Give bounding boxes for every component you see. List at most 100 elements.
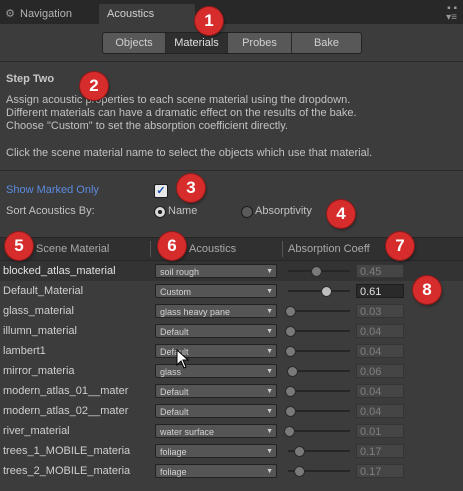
acoustics-dropdown[interactable]: Default ▼ [155, 404, 277, 418]
material-name[interactable]: lambert1 [3, 341, 149, 361]
window-menu-icon[interactable]: ▪ ▪ ▾≡ [446, 4, 457, 23]
acoustics-dropdown[interactable]: Default ▼ [155, 384, 277, 398]
absorption-coeff-field: 0.01 [356, 424, 404, 438]
toolbar-objects-button[interactable]: Objects [103, 33, 166, 53]
acoustics-dropdown[interactable]: foliage ▼ [155, 444, 277, 458]
material-name[interactable]: modern_atlas_02__mater [3, 401, 149, 421]
step-line-2: Different materials can have a dramatic … [6, 107, 357, 119]
absorption-slider-track [288, 350, 350, 352]
show-marked-only-label[interactable]: Show Marked Only [6, 184, 99, 196]
absorption-slider-handle [311, 266, 322, 277]
tab-acoustics[interactable]: Acoustics [99, 4, 195, 24]
absorption-coeff-field: 0.06 [356, 364, 404, 378]
acoustics-dropdown-value: foliage [160, 467, 187, 477]
material-name[interactable]: river_material [3, 421, 149, 441]
step-title: Step Two [6, 73, 55, 85]
material-name[interactable]: glass_material [3, 301, 149, 321]
absorption-coeff-field: 0.45 [356, 264, 404, 278]
toolbar-materials-button[interactable]: Materials [166, 33, 228, 53]
material-name[interactable]: modern_atlas_01__mater [3, 381, 149, 401]
col-absorption-coeff[interactable]: Absorption Coeff [288, 238, 370, 260]
acoustics-dropdown[interactable]: foliage ▼ [155, 464, 277, 478]
step-hint: Click the scene material name to select … [6, 147, 373, 159]
acoustics-dropdown-value: soil rough [160, 267, 200, 277]
absorption-coeff-field: 0.04 [356, 404, 404, 418]
tab-acoustics-label: Acoustics [107, 8, 155, 20]
table-row: mirror_materia glass ▼ 0.06 [0, 361, 463, 381]
divider [0, 170, 463, 171]
col-scene-material[interactable]: Scene Material [36, 238, 109, 260]
absorption-slider-handle [285, 326, 296, 337]
acoustics-dropdown-value: Default [160, 407, 189, 417]
acoustics-dropdown-value: Default [160, 387, 189, 397]
chevron-down-icon: ▼ [266, 268, 273, 275]
absorption-slider-handle [287, 366, 298, 377]
table-row: blocked_atlas_material soil rough ▼ 0.45 [0, 261, 463, 281]
absorption-coeff-field: 0.04 [356, 384, 404, 398]
absorption-coeff-field[interactable]: 0.61 [356, 284, 404, 298]
navigation-icon: ⚙ [5, 8, 15, 20]
absorption-slider-track [288, 410, 350, 412]
acoustics-dropdown[interactable]: Custom ▼ [155, 284, 277, 298]
acoustics-dropdown[interactable]: Default ▼ [155, 324, 277, 338]
callout-badge: 1 [195, 7, 223, 35]
table-row: river_material water surface ▼ 0.01 [0, 421, 463, 441]
chevron-down-icon: ▼ [266, 348, 273, 355]
absorption-slider-handle [284, 426, 295, 437]
acoustics-dropdown-value: glass heavy pane [160, 307, 231, 317]
sort-by-name-label[interactable]: Name [168, 205, 197, 217]
absorption-slider-track [288, 310, 350, 312]
acoustics-dropdown[interactable]: glass ▼ [155, 364, 277, 378]
callout-badge: 2 [80, 72, 108, 100]
table-row: modern_atlas_02__mater Default ▼ 0.04 [0, 401, 463, 421]
acoustics-dropdown[interactable]: water surface ▼ [155, 424, 277, 438]
absorption-slider-handle[interactable] [321, 286, 332, 297]
absorption-slider-handle [294, 466, 305, 477]
toolbar-probes-button[interactable]: Probes [228, 33, 292, 53]
acoustics-dropdown[interactable]: soil rough ▼ [155, 264, 277, 278]
tab-navigation[interactable]: ⚙ Navigation [4, 4, 96, 24]
absorption-coeff-field: 0.04 [356, 324, 404, 338]
chevron-down-icon: ▼ [266, 368, 273, 375]
absorption-slider-handle [285, 386, 296, 397]
chevron-down-icon: ▼ [266, 428, 273, 435]
chevron-down-icon: ▼ [266, 448, 273, 455]
table-row: illumn_material Default ▼ 0.04 [0, 321, 463, 341]
column-resize-handle[interactable] [150, 241, 151, 257]
acoustics-dropdown[interactable]: glass heavy pane ▼ [155, 304, 277, 318]
absorption-slider-track [288, 390, 350, 392]
acoustics-dropdown-value: Default [160, 327, 189, 337]
callout-badge: 7 [386, 232, 414, 260]
chevron-down-icon: ▼ [266, 408, 273, 415]
table-row: Default_Material Custom ▼ 0.61 [0, 281, 463, 301]
acoustics-dropdown[interactable]: Default ▼ [155, 344, 277, 358]
absorption-slider-track[interactable] [288, 290, 350, 292]
show-marked-only-checkbox[interactable]: ✓ [154, 184, 168, 198]
material-name[interactable]: blocked_atlas_material [3, 261, 149, 281]
acoustics-dropdown-value: Custom [160, 287, 192, 297]
col-acoustics[interactable]: Acoustics [189, 238, 236, 260]
material-name[interactable]: mirror_materia [3, 361, 149, 381]
sort-by-name-radio[interactable] [154, 206, 166, 218]
section-toolbar: Objects Materials Probes Bake [102, 32, 362, 54]
absorption-slider-track [288, 330, 350, 332]
material-name[interactable]: trees_2_MOBILE_materia [3, 461, 149, 481]
sort-by-absorptivity-radio[interactable] [241, 206, 253, 218]
material-name[interactable]: Default_Material [3, 281, 149, 301]
absorption-slider-handle [285, 306, 296, 317]
callout-badge: 5 [5, 232, 33, 260]
callout-badge: 6 [158, 232, 186, 260]
column-resize-handle[interactable] [282, 241, 283, 257]
chevron-down-icon: ▼ [266, 328, 273, 335]
absorption-slider-handle [285, 406, 296, 417]
mouse-cursor-icon [176, 349, 190, 369]
material-name[interactable]: trees_1_MOBILE_materia [3, 441, 149, 461]
chevron-down-icon: ▼ [266, 388, 273, 395]
table-row: glass_material glass heavy pane ▼ 0.03 [0, 301, 463, 321]
table-row: modern_atlas_01__mater Default ▼ 0.04 [0, 381, 463, 401]
sort-by-absorptivity-label[interactable]: Absorptivity [255, 205, 312, 217]
absorption-coeff-field: 0.17 [356, 464, 404, 478]
material-name[interactable]: illumn_material [3, 321, 149, 341]
sort-by-label: Sort Acoustics By: [6, 205, 95, 217]
toolbar-bake-button[interactable]: Bake [292, 33, 361, 53]
